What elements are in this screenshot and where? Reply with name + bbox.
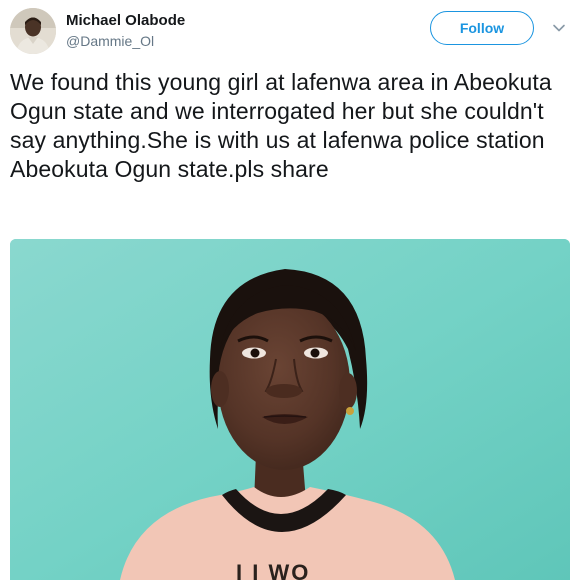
chevron-down-icon[interactable] xyxy=(551,20,567,36)
tweet-photo[interactable]: I I WO xyxy=(10,239,570,580)
user-handle[interactable]: @Dammie_Ol xyxy=(66,33,154,49)
tweet-card: Michael Olabode @Dammie_Ol Follow We fou… xyxy=(0,0,572,580)
avatar-image xyxy=(10,8,56,54)
follow-button[interactable]: Follow xyxy=(430,11,534,45)
avatar[interactable] xyxy=(10,8,56,54)
photo-of-girl: I I WO xyxy=(10,239,570,580)
tweet-text: We found this young girl at lafenwa area… xyxy=(10,69,552,182)
shirt-lettering: I I WO xyxy=(236,560,310,580)
display-name[interactable]: Michael Olabode xyxy=(66,12,185,29)
